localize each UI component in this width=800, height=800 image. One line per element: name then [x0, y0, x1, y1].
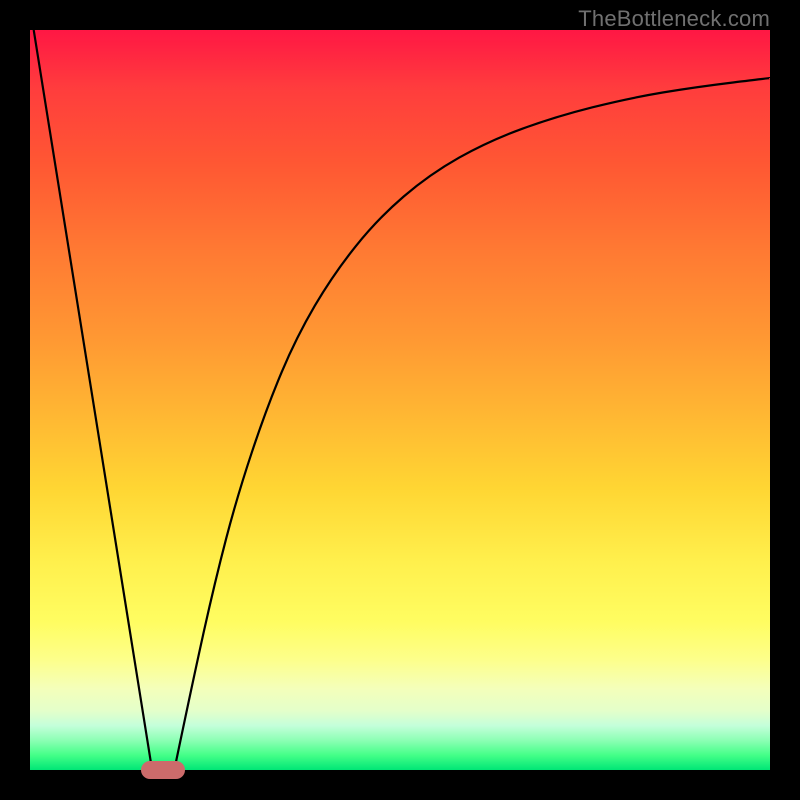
chart-curves	[0, 0, 800, 800]
bottom-marker	[141, 761, 185, 779]
right-rising-curve	[174, 78, 770, 770]
chart-container: TheBottleneck.com	[0, 0, 800, 800]
left-descending-line	[34, 30, 152, 770]
